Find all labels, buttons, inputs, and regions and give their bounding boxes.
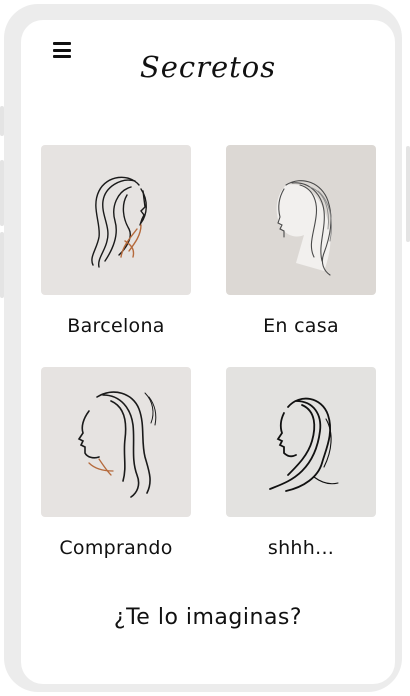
woman-profile-illustration bbox=[41, 145, 191, 295]
card-label: Barcelona bbox=[67, 315, 165, 337]
card-image bbox=[226, 145, 376, 295]
card-label: shhh... bbox=[267, 537, 335, 559]
card-en-casa[interactable]: En casa bbox=[226, 145, 376, 337]
footer-tagline: ¿Te lo imaginas? bbox=[113, 605, 303, 630]
card-label: Comprando bbox=[59, 537, 173, 559]
app-screen: Secretos Barcelona En casa Comprando shh… bbox=[21, 20, 395, 684]
card-label: En casa bbox=[263, 315, 339, 337]
card-image bbox=[226, 367, 376, 517]
woman-profile-illustration bbox=[41, 367, 191, 517]
card-barcelona[interactable]: Barcelona bbox=[41, 145, 191, 337]
card-image bbox=[41, 367, 191, 517]
phone-frame: Secretos Barcelona En casa Comprando shh… bbox=[4, 4, 402, 692]
phone-power-button bbox=[406, 146, 410, 242]
card-comprando[interactable]: Comprando bbox=[41, 367, 191, 559]
woman-profile-illustration bbox=[226, 367, 376, 517]
card-shhh[interactable]: shhh... bbox=[226, 367, 376, 559]
woman-profile-illustration bbox=[226, 145, 376, 295]
page-title: Secretos bbox=[139, 50, 277, 84]
card-image bbox=[41, 145, 191, 295]
